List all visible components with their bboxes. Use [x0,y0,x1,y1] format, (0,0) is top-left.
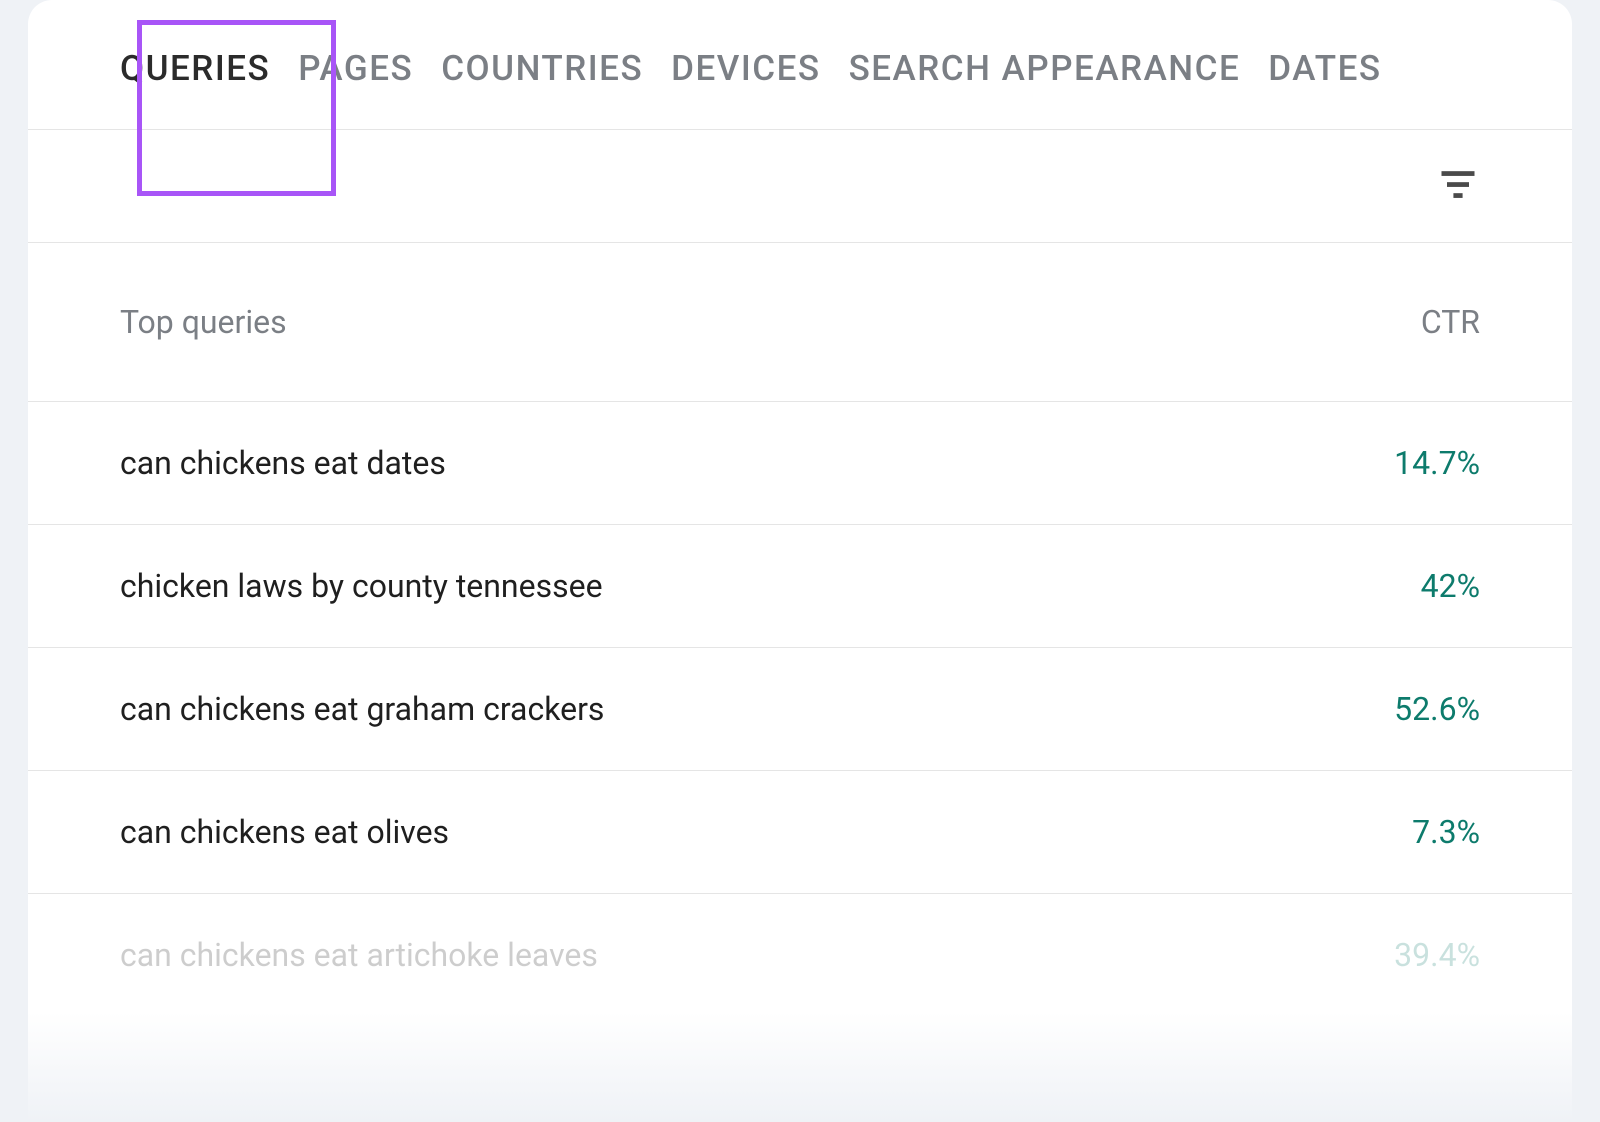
table-header: Top queries CTR [28,243,1572,402]
query-text: can chickens eat graham crackers [120,690,604,728]
table-row[interactable]: can chickens eat graham crackers 52.6% [28,648,1572,771]
tab-queries[interactable]: QUERIES [120,48,270,89]
table-row[interactable]: can chickens eat olives 7.3% [28,771,1572,894]
query-text: can chickens eat artichoke leaves [120,936,598,974]
ctr-value: 52.6% [1394,690,1480,728]
ctr-value: 42% [1421,567,1480,605]
tab-dates[interactable]: DATES [1268,48,1381,89]
header-ctr: CTR [1421,303,1480,341]
filter-row [28,130,1572,243]
tab-countries[interactable]: COUNTRIES [441,48,643,89]
tab-devices[interactable]: DEVICES [671,48,820,89]
ctr-value: 7.3% [1412,813,1480,851]
tab-search-appearance[interactable]: SEARCH APPEARANCE [849,48,1241,89]
table-row[interactable]: chicken laws by county tennessee 42% [28,525,1572,648]
header-top-queries: Top queries [120,303,287,341]
ctr-value: 39.4% [1394,936,1480,974]
query-text: chicken laws by county tennessee [120,567,603,605]
query-text: can chickens eat dates [120,444,446,482]
filter-icon[interactable] [1436,162,1480,210]
query-text: can chickens eat olives [120,813,449,851]
ctr-value: 14.7% [1394,444,1480,482]
table-row[interactable]: can chickens eat dates 14.7% [28,402,1572,525]
table-row[interactable]: can chickens eat artichoke leaves 39.4% [28,894,1572,1016]
tabs-bar: QUERIES PAGES COUNTRIES DEVICES SEARCH A… [28,0,1572,130]
tab-pages[interactable]: PAGES [298,48,413,89]
report-card: QUERIES PAGES COUNTRIES DEVICES SEARCH A… [28,0,1572,1122]
